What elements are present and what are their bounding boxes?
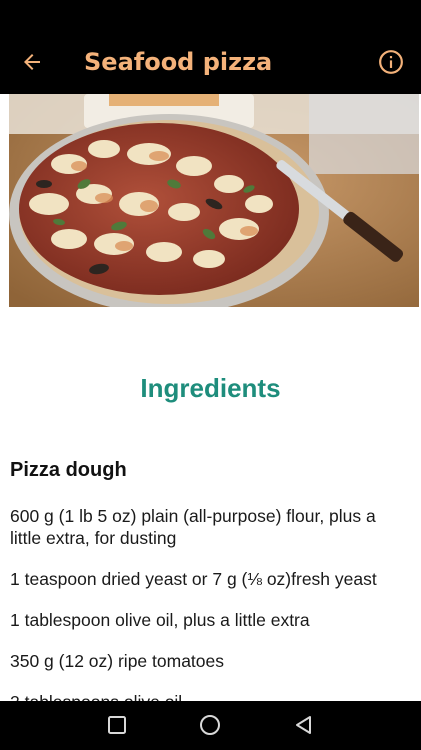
- info-button[interactable]: [373, 44, 409, 80]
- info-outline-icon: [379, 50, 403, 74]
- ingredient-list: 600 g (1 lb 5 oz) plain (all-purpose) fl…: [10, 505, 410, 701]
- arrow-back-icon: [24, 54, 40, 70]
- home-button[interactable]: [195, 710, 225, 740]
- list-item: 1 teaspoon dried yeast or 7 g (⅛ oz)fres…: [10, 569, 377, 589]
- list-item: 350 g (12 oz) ripe tomatoes: [10, 651, 225, 671]
- system-back-button[interactable]: [289, 710, 319, 740]
- list-item: 2 tablespoons olive oil: [10, 691, 410, 701]
- ingredients-section: Ingredients Pizza dough 600 g (1 lb 5 oz…: [0, 307, 421, 701]
- recipe-hero-image: [9, 94, 419, 307]
- square-recents-icon: [108, 716, 126, 734]
- list-item: 600 g (1 lb 5 oz) plain (all-purpose) fl…: [10, 506, 376, 548]
- recents-button[interactable]: [102, 710, 132, 740]
- back-button[interactable]: [14, 44, 50, 80]
- app-bar: Seafood pizza: [0, 0, 421, 94]
- list-item: 1 tablespoon olive oil, plus a little ex…: [10, 610, 310, 630]
- triangle-back-icon: [296, 716, 311, 734]
- page-title: Seafood pizza: [84, 48, 273, 76]
- circle-home-icon: [200, 715, 220, 735]
- system-nav-bar: [0, 701, 421, 750]
- pizza-photo: [9, 94, 419, 307]
- section-heading: Ingredients: [140, 373, 281, 403]
- ingredient-group-title: Pizza dough: [10, 459, 127, 481]
